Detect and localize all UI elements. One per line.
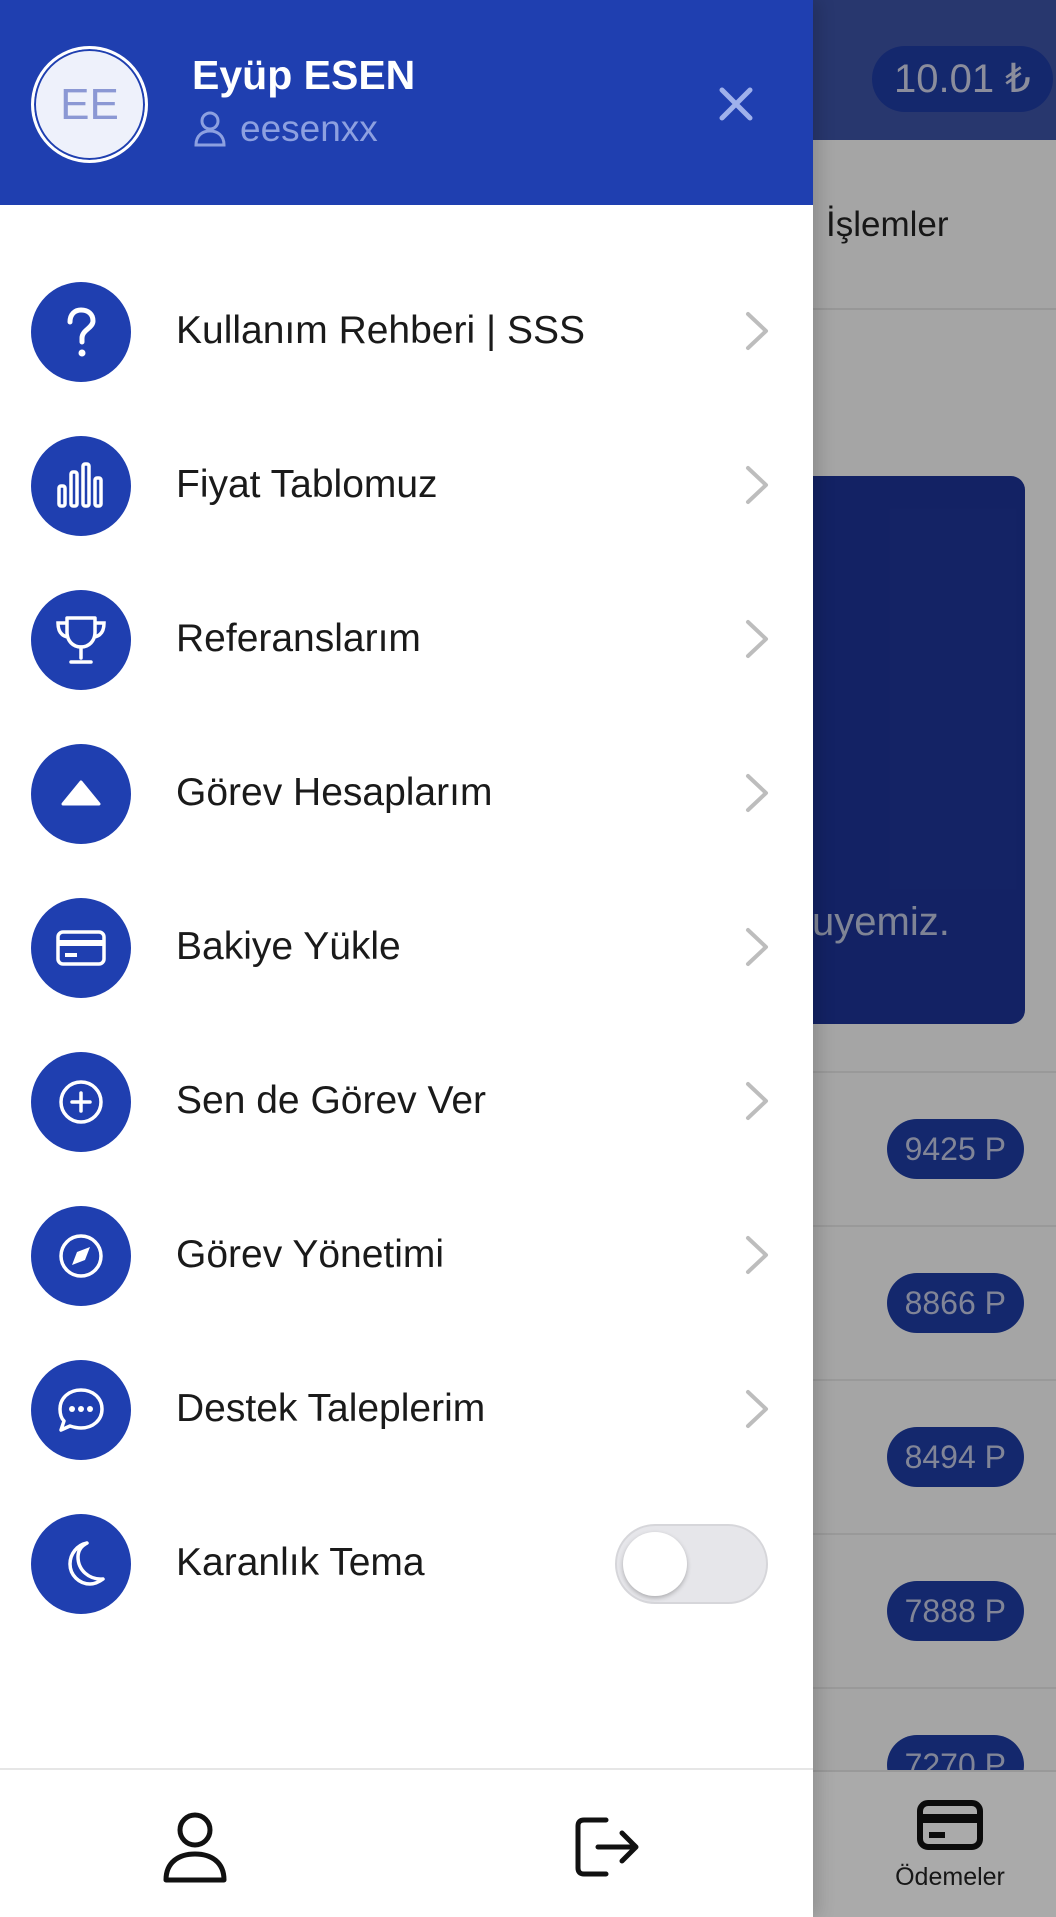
menu-item-karanlik-tema: Karanlık Tema (0, 1486, 813, 1640)
user-handle: eesenxx (194, 108, 378, 150)
trophy-icon (31, 590, 131, 690)
menu-item-label: Kullanım Rehberi | SSS (176, 309, 585, 352)
bar-chart-icon (31, 436, 131, 536)
drawer-menu: Kullanım Rehberi | SSS Fiyat Tablomuz Re… (0, 254, 813, 1640)
chevron-right-icon (746, 1082, 768, 1120)
menu-item-bakiye-yukle[interactable]: Bakiye Yükle (0, 870, 813, 1024)
triangle-up-icon (31, 744, 131, 844)
moon-icon (31, 1514, 131, 1614)
toggle-knob (623, 1532, 687, 1596)
chat-bubble-icon (31, 1360, 131, 1460)
navigation-drawer: EE Eyüp ESEN eesenxx Kullanım Rehberi | … (0, 0, 813, 1917)
user-icon (163, 1812, 227, 1883)
menu-item-sen-de-gorev-ver[interactable]: Sen de Görev Ver (0, 1024, 813, 1178)
avatar: EE (31, 46, 148, 163)
chevron-right-icon (746, 312, 768, 350)
chevron-right-icon (746, 466, 768, 504)
menu-item-label: Karanlık Tema (176, 1541, 425, 1584)
menu-item-label: Destek Taleplerim (176, 1387, 486, 1430)
credit-card-icon (31, 898, 131, 998)
menu-item-label: Referanslarım (176, 617, 421, 660)
user-icon (194, 111, 226, 147)
drawer-header: EE Eyüp ESEN eesenxx (0, 0, 813, 205)
menu-item-gorev-hesaplarim[interactable]: Görev Hesaplarım (0, 716, 813, 870)
question-icon (31, 282, 131, 382)
username-text: eesenxx (240, 108, 378, 149)
dark-theme-toggle[interactable] (615, 1524, 768, 1604)
menu-item-gorev-yonetimi[interactable]: Görev Yönetimi (0, 1178, 813, 1332)
chevron-right-icon (746, 1236, 768, 1274)
menu-item-label: Sen de Görev Ver (176, 1079, 487, 1122)
close-button[interactable] (706, 74, 766, 134)
menu-item-fiyat-tablomuz[interactable]: Fiyat Tablomuz (0, 408, 813, 562)
chevron-right-icon (746, 928, 768, 966)
menu-item-referanslarim[interactable]: Referanslarım (0, 562, 813, 716)
menu-item-label: Fiyat Tablomuz (176, 463, 438, 506)
user-name: Eyüp ESEN (192, 52, 416, 98)
menu-item-label: Görev Yönetimi (176, 1233, 445, 1276)
compass-icon (31, 1206, 131, 1306)
chevron-right-icon (746, 620, 768, 658)
chevron-right-icon (746, 1390, 768, 1428)
menu-item-label: Görev Hesaplarım (176, 771, 493, 814)
menu-item-label: Bakiye Yükle (176, 925, 401, 968)
drawer-footer (0, 1768, 813, 1917)
menu-item-kullanim-rehberi[interactable]: Kullanım Rehberi | SSS (0, 254, 813, 408)
logout-icon (575, 1817, 639, 1877)
logout-button[interactable] (572, 1810, 642, 1884)
profile-button[interactable] (160, 1810, 230, 1884)
chevron-right-icon (746, 774, 768, 812)
plus-circle-icon (31, 1052, 131, 1152)
close-icon (719, 87, 753, 121)
menu-item-destek-taleplerim[interactable]: Destek Taleplerim (0, 1332, 813, 1486)
